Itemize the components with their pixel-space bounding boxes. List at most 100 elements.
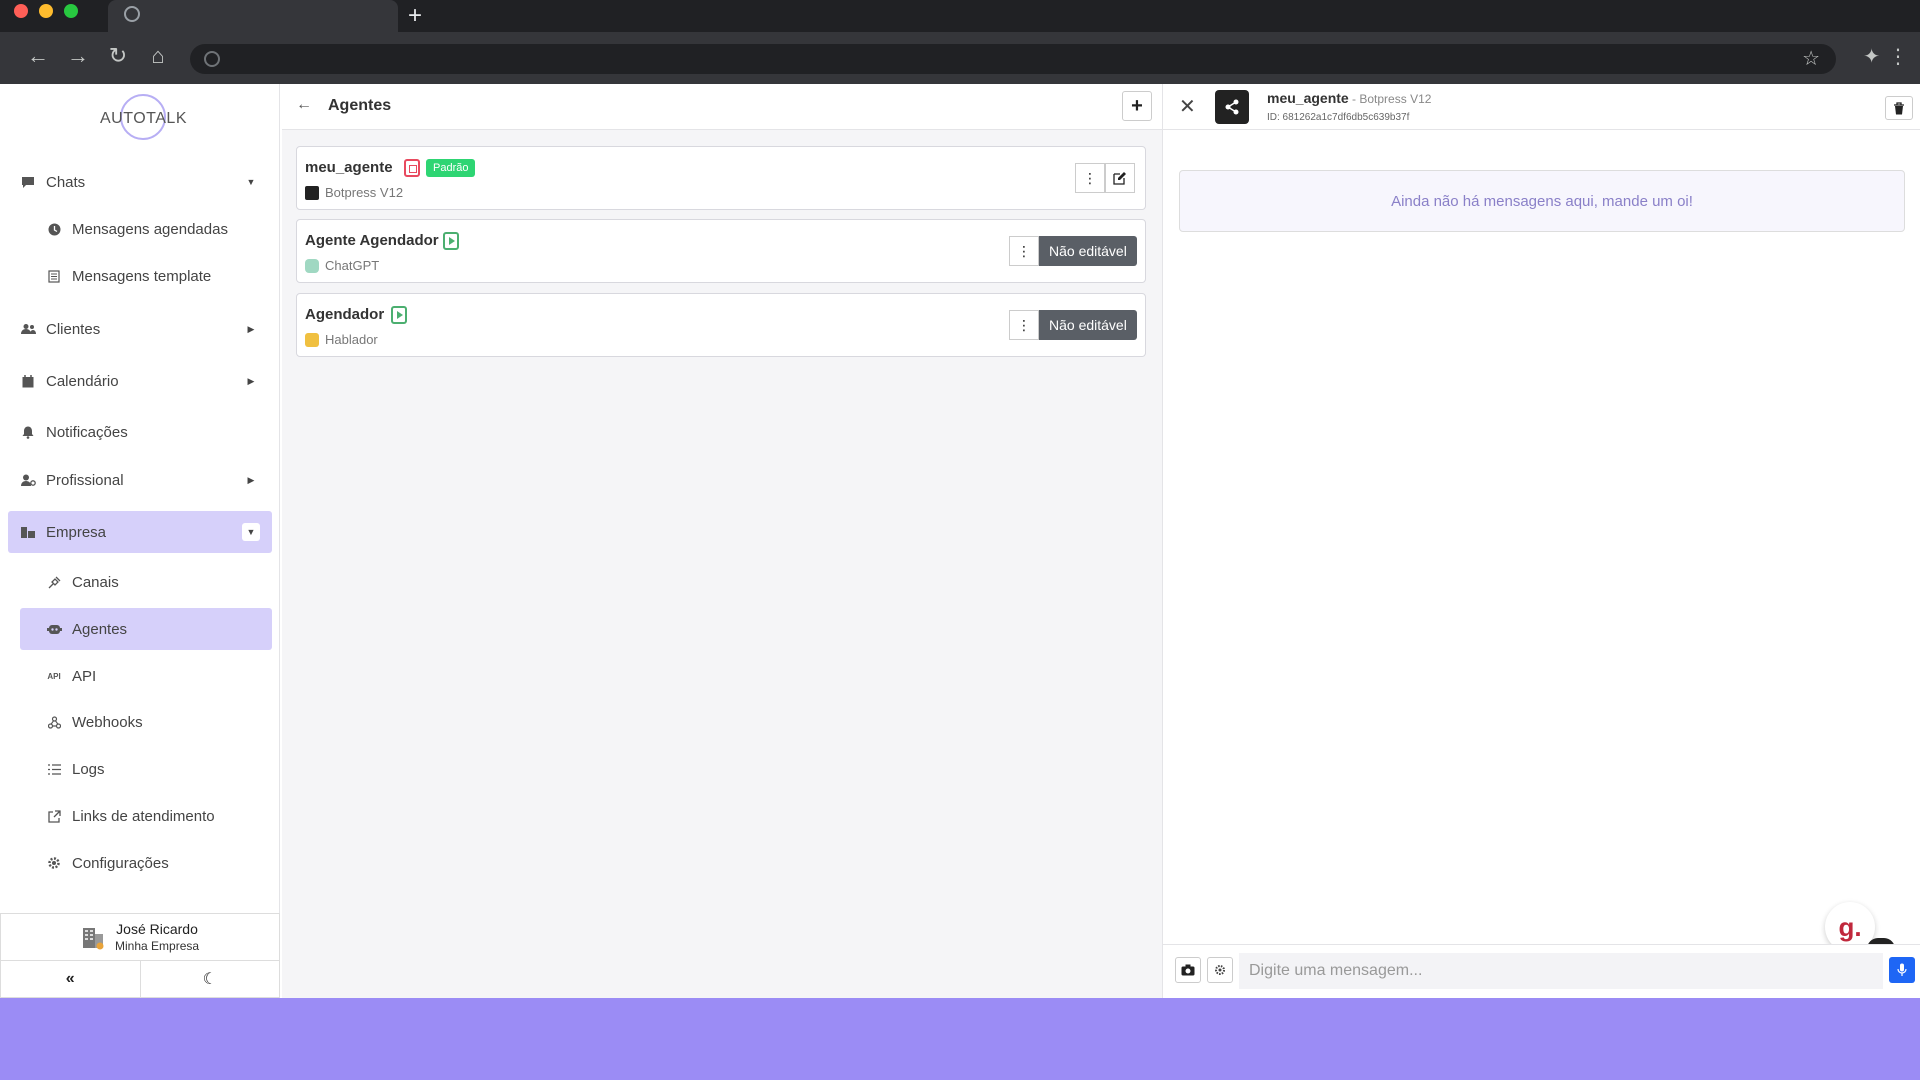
gear-icon [46,855,62,871]
sidebar-item-label: Profissional [46,471,124,489]
sidebar-item-scheduled-messages[interactable]: Mensagens agendadas [20,208,272,250]
chatgpt-icon [305,258,319,273]
provider-label: Hablador [325,332,378,347]
hablador-icon [305,332,319,347]
company-avatar-icon [81,924,105,950]
chevron-right-icon[interactable]: ▶ [242,471,260,489]
edit-icon [1113,172,1126,185]
close-icon[interactable]: ✕ [1179,94,1196,119]
chevron-down-icon[interactable]: ▼ [242,173,260,191]
chat-agent-title: meu_agente - Botpress V12 [1267,90,1431,106]
agent-provider: ChatGPT [305,258,379,273]
camera-button[interactable] [1175,957,1201,983]
sidebar-item-label: Mensagens agendadas [72,220,228,238]
stop-status-icon[interactable] [404,159,420,177]
sidebar: AUTOTALK Chats ▼ Mensagens agendadas Men… [0,84,280,998]
sidebar-item-clients[interactable]: Clientes ▶ [8,308,272,350]
agents-panel: ← Agentes + meu_agente Padrão Botpress V… [282,84,1162,998]
sidebar-item-label: Empresa [46,523,107,541]
sidebar-item-agents[interactable]: Agentes [20,608,272,650]
back-arrow-icon[interactable]: ← [296,96,312,114]
building-icon [20,524,36,540]
sidebar-item-label: Webhooks [72,713,143,731]
robot-icon [46,621,62,637]
settings-gear-button[interactable] [1207,957,1233,983]
botpress-icon [305,185,319,200]
collapse-sidebar-button[interactable]: « [1,961,140,997]
browser-titlebar: + [0,0,1920,32]
play-status-icon[interactable] [391,306,407,324]
maximize-window-button[interactable] [64,4,78,18]
empty-chat-message: Ainda não há mensagens aqui, mande um oi… [1179,170,1905,232]
sidebar-item-label: Agentes [72,620,128,638]
sidebar-item-professional[interactable]: Profissional ▶ [8,459,272,501]
sidebar-item-channels[interactable]: Canais [20,561,272,603]
default-badge: Padrão [426,159,476,177]
external-link-icon [46,808,62,824]
site-info-icon[interactable] [204,51,220,67]
agents-header: ← Agentes + [282,84,1162,130]
not-editable-button[interactable]: Não editável [1039,236,1137,266]
sidebar-item-notifications[interactable]: Notificações [8,411,272,453]
bookmark-star-icon[interactable]: ☆ [1802,46,1820,71]
sidebar-item-service-links[interactable]: Links de atendimento [20,795,272,837]
chevron-right-icon[interactable]: ▶ [242,372,260,390]
more-options-button[interactable]: ⋮ [1075,163,1105,193]
close-window-button[interactable] [14,4,28,18]
template-icon [46,268,62,284]
back-icon[interactable]: ← [24,42,52,70]
forward-icon[interactable]: → [64,42,92,70]
agent-card[interactable]: meu_agente Padrão Botpress V12 ⋮ [296,146,1146,210]
more-options-button[interactable]: ⋮ [1009,310,1039,340]
sidebar-item-label: Notificações [46,423,128,441]
sidebar-item-chats[interactable]: Chats ▼ [8,161,272,203]
agent-card[interactable]: Agente Agendador ChatGPT ⋮ Não editável [296,219,1146,283]
plug-icon [46,574,62,590]
sidebar-item-label: Mensagens template [72,267,212,285]
home-icon[interactable]: ⌂ [144,42,172,70]
chevron-down-icon[interactable]: ▼ [242,523,260,541]
browser-menu-icon[interactable]: ⋮ [1888,44,1908,69]
agent-name: meu_agente [305,159,393,176]
sidebar-item-template-messages[interactable]: Mensagens template [20,255,272,297]
new-tab-button[interactable]: + [408,2,422,30]
play-status-icon[interactable] [443,232,459,250]
theme-toggle-button[interactable]: ☾ [139,961,280,997]
logo-text: AUTOTALK [100,110,187,127]
chat-panel: ✕ meu_agente - Botpress V12 ID: 681262a1… [1162,84,1920,998]
sidebar-item-label: Chats [46,173,86,191]
address-bar[interactable]: ☆ [190,44,1836,74]
list-icon [46,761,62,777]
sidebar-item-label: Links de atendimento [72,807,215,825]
extensions-icon[interactable]: ✦ [1863,44,1880,69]
more-options-button[interactable]: ⋮ [1009,236,1039,266]
user-card[interactable]: José Ricardo Minha Empresa [0,913,280,961]
chevron-right-icon[interactable]: ▶ [242,320,260,338]
sidebar-item-settings[interactable]: Configurações [20,842,272,884]
sidebar-item-label: Configurações [72,854,169,872]
sidebar-item-company[interactable]: Empresa ▼ [8,511,272,553]
globe-icon [124,6,140,22]
sidebar-item-webhooks[interactable]: Webhooks [20,701,272,743]
browser-toolbar: ← → ↻ ⌂ ☆ ✦ ⋮ [0,32,1920,84]
not-editable-button[interactable]: Não editável [1039,310,1137,340]
provider-label: Botpress V12 [325,185,404,200]
sidebar-item-calendar[interactable]: Calendário ▶ [8,360,272,402]
sidebar-item-logs[interactable]: Logs [20,748,272,790]
agent-provider: Hablador [305,332,378,347]
reload-icon[interactable]: ↻ [104,42,132,70]
message-input[interactable] [1239,953,1883,989]
share-icon [1215,90,1249,124]
autotalk-logo: AUTOTALK [100,94,186,142]
sidebar-item-api[interactable]: API API [20,655,272,697]
microphone-icon [1897,963,1907,976]
browser-tab[interactable] [108,0,398,32]
clock-icon [46,221,62,237]
minimize-window-button[interactable] [39,4,53,18]
delete-chat-button[interactable] [1885,96,1913,120]
edit-agent-button[interactable] [1105,163,1135,193]
microphone-button[interactable] [1889,957,1915,983]
add-agent-button[interactable]: + [1122,91,1152,121]
agent-card[interactable]: Agendador Hablador ⋮ Não editável [296,293,1146,357]
calendar-icon [20,373,36,389]
